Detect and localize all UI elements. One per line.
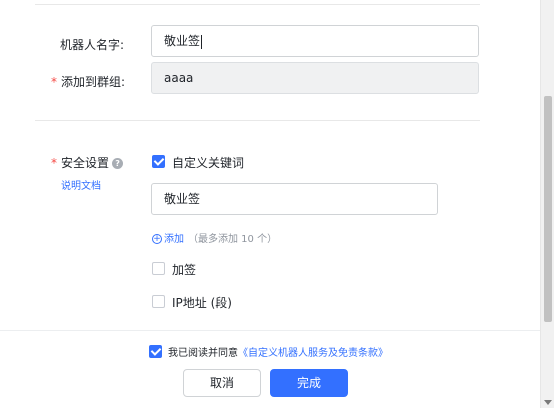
cancel-button[interactable]: 取消 [183,369,261,397]
scroll-down-arrow-icon[interactable] [544,400,552,405]
confirm-button[interactable]: 完成 [270,369,348,397]
text-caret [201,34,203,49]
add-keyword-link[interactable]: 添加 [164,234,184,245]
required-mark: * [51,156,57,170]
divider-top [35,4,480,5]
group-label: 添加到群组: [61,75,126,89]
form-scroll-area: 机器人名字: 敬业签 * 添加到群组: aaaa * 安全设置? 说明文档 自定义关… [0,0,540,330]
robot-name-label: 机器人名字: [60,38,125,52]
keyword-value: 敬业签 [164,192,201,206]
group-input: aaaa [151,62,479,94]
keyword-option-label[interactable]: 自定义关键词 [172,154,244,171]
divider-middle [35,120,480,121]
robot-name-value: 敬业签 [164,34,201,48]
keyword-input[interactable]: 敬业签 [151,183,438,215]
help-icon[interactable]: ? [112,158,124,169]
ip-checkbox[interactable] [152,295,165,308]
sign-checkbox[interactable] [152,262,165,275]
required-mark: * [51,75,57,89]
security-label: 安全设置 [61,156,110,170]
terms-link[interactable]: 《自定义机器人服务及免责条款》 [238,348,388,359]
add-keyword-row: + 添加 （最多添加 10 个） [152,230,277,245]
scrollbar-thumb[interactable] [544,96,552,322]
robot-name-input[interactable]: 敬业签 [151,25,479,57]
sign-option-label[interactable]: 加签 [172,261,196,278]
dialog-footer: 我已阅读并同意《自定义机器人服务及免责条款》 取消 完成 [0,330,540,408]
security-label-row: * 安全设置? [51,154,124,171]
ip-option-label[interactable]: IP地址 (段) [172,294,232,311]
add-circle-icon[interactable]: + [152,234,162,244]
doc-link[interactable]: 说明文档 [61,177,101,192]
group-label-row: * 添加到群组: [51,73,125,90]
agree-prefix: 我已阅读并同意 [168,348,238,359]
add-keyword-hint: （最多添加 10 个） [188,234,278,245]
vertical-scrollbar[interactable] [540,0,554,408]
group-value: aaaa [164,71,194,85]
agree-checkbox[interactable] [149,345,162,358]
agree-text: 我已阅读并同意《自定义机器人服务及免责条款》 [168,344,388,359]
keyword-checkbox[interactable] [152,155,165,168]
